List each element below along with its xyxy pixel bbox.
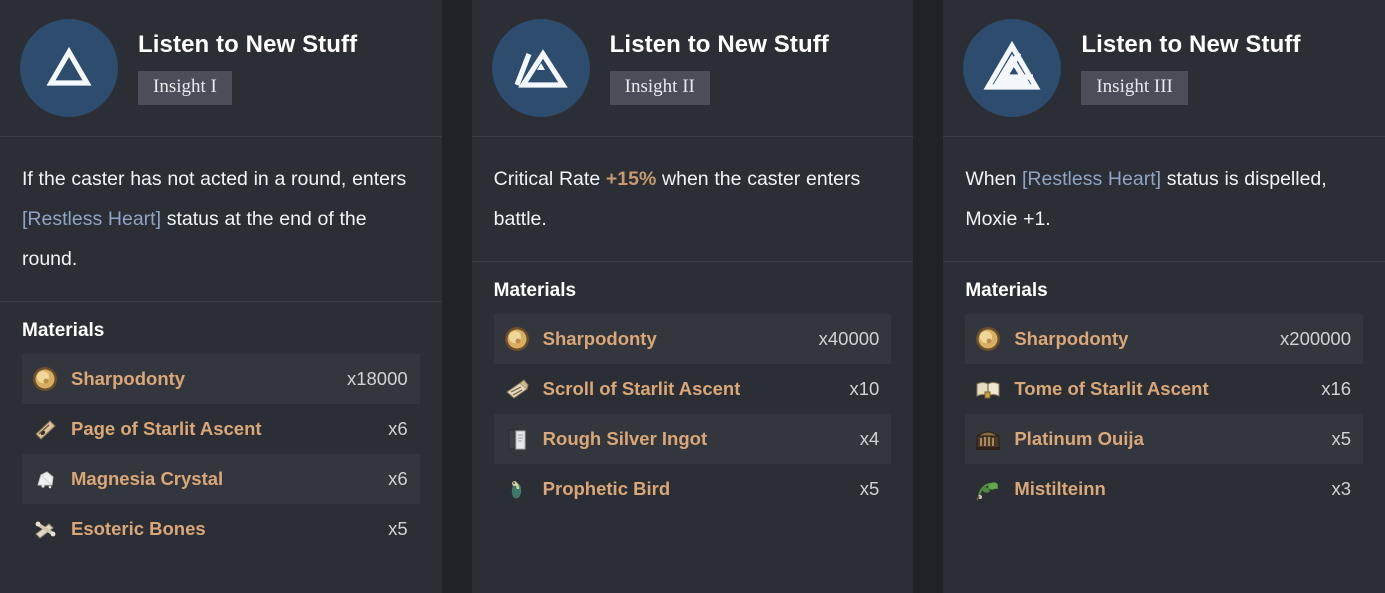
tome-icon (973, 374, 1003, 404)
skill-title: Listen to New Stuff (1081, 31, 1301, 59)
white-crystal-icon (30, 464, 60, 494)
material-name: Mistilteinn (1014, 478, 1106, 499)
material-name: Magnesia Crystal (71, 468, 224, 489)
page-scroll-icon (30, 414, 60, 444)
panel-header: Listen to New Stuff Insight II (471, 0, 914, 137)
materials-section: Materials Sharpodonty x200000 Tome of Starl… (943, 262, 1385, 593)
insight-level-badge[interactable]: Insight II (609, 71, 710, 105)
skill-description-text: Critical Rate +15% when the caster enter… (494, 159, 892, 239)
insight-level-badge[interactable]: Insight III (1081, 71, 1188, 105)
insight-level-badge[interactable]: Insight I (138, 71, 232, 105)
material-row[interactable]: Sharpodonty x40000 (493, 314, 892, 364)
materials-heading: Materials (965, 280, 1048, 301)
description-text-run: If the caster has not acted in a round, … (22, 168, 407, 190)
material-quantity: x4 (859, 428, 880, 449)
skill-title: Listen to New Stuff (138, 31, 358, 59)
material-quantity: x16 (1321, 378, 1352, 399)
material-quantity: x6 (388, 418, 408, 439)
bird-icon (502, 474, 532, 504)
panel-header: Listen to New Stuff Insight III (943, 0, 1385, 137)
skill-description-section: If the caster has not acted in a round, … (0, 137, 442, 302)
header-text-block: Listen to New Stuff Insight I (138, 31, 357, 105)
materials-heading: Materials (493, 280, 577, 301)
material-row[interactable]: Scroll of Starlit Ascent x10 (494, 364, 892, 414)
material-quantity: x5 (388, 518, 408, 539)
skill-description-section: Critical Rate +15% when the caster enter… (471, 137, 914, 262)
material-row[interactable]: Rough Silver Ingot x4 (493, 414, 892, 464)
buff-value-text: +15% (605, 168, 657, 190)
insight-panel-1: Listen to New Stuff Insight I If the caste… (0, 0, 442, 593)
status-effect-tag: [Restless Heart] (1022, 168, 1162, 190)
scroll-icon (502, 374, 532, 404)
skill-description-section: When [Restless Heart] status is dispelle… (943, 137, 1385, 262)
material-quantity: x10 (849, 378, 880, 399)
material-name: Sharpodonty (542, 328, 657, 349)
skill-description-text: When [Restless Heart] status is dispelle… (965, 159, 1363, 239)
insight-panel-3: Listen to New Stuff Insight III When [Rest… (943, 0, 1385, 593)
mistletoe-icon (973, 474, 1003, 504)
ouija-icon (973, 424, 1003, 454)
description-text-run: When (965, 168, 1023, 190)
gold-coin-icon (30, 364, 60, 394)
insight-panel-2: Listen to New Stuff Insight II Critical Ra… (471, 0, 914, 593)
materials-section: Materials Sharpodonty x18000 Page of Starli… (0, 302, 442, 593)
description-text-run: Critical Rate (493, 168, 606, 190)
material-row[interactable]: Magnesia Crystal x6 (22, 454, 420, 504)
two-triangle-icon (491, 19, 590, 117)
material-row[interactable]: Esoteric Bones x5 (22, 504, 420, 554)
silver-ingot-icon (502, 424, 532, 454)
material-name: Sharpodonty (71, 368, 186, 389)
material-name: Esoteric Bones (71, 518, 206, 539)
material-name: Tome of Starlit Ascent (1014, 378, 1209, 399)
material-quantity: x40000 (818, 328, 880, 349)
skill-title: Listen to New Stuff (609, 31, 829, 59)
header-text-block: Listen to New Stuff Insight II (609, 31, 829, 105)
one-triangle-icon (20, 19, 118, 117)
insight-panels-board: Listen to New Stuff Insight I If the caste… (0, 0, 1385, 593)
skill-description-text: If the caster has not acted in a round, … (22, 159, 420, 279)
material-row[interactable]: Platinum Ouija x5 (965, 414, 1364, 464)
material-name: Prophetic Bird (542, 478, 671, 499)
material-row[interactable]: Sharpodonty x200000 (965, 314, 1364, 364)
material-quantity: x3 (1331, 478, 1352, 499)
status-effect-tag: [Restless Heart] (22, 208, 162, 230)
material-row[interactable]: Tome of Starlit Ascent x16 (965, 364, 1363, 414)
materials-section: Materials Sharpodonty x40000 Scroll of Star… (472, 262, 914, 593)
bones-icon (30, 514, 60, 544)
material-quantity: x5 (859, 478, 880, 499)
material-name: Page of Starlit Ascent (71, 418, 262, 439)
material-quantity: x6 (388, 468, 408, 489)
material-name: Sharpodonty (1014, 328, 1129, 349)
material-row[interactable]: Mistilteinn x3 (965, 464, 1363, 514)
panel-header: Listen to New Stuff Insight I (0, 0, 442, 137)
materials-heading: Materials (22, 320, 105, 341)
gold-coin-icon (502, 324, 532, 354)
material-row[interactable]: Prophetic Bird x5 (494, 464, 892, 514)
material-quantity: x5 (1331, 428, 1352, 449)
material-row[interactable]: Page of Starlit Ascent x6 (22, 404, 420, 454)
three-triangle-icon (963, 19, 1062, 117)
material-name: Rough Silver Ingot (542, 428, 708, 449)
gold-coin-icon (973, 324, 1003, 354)
material-quantity: x18000 (346, 368, 408, 389)
material-name: Platinum Ouija (1014, 428, 1144, 449)
material-quantity: x200000 (1280, 328, 1352, 349)
material-name: Scroll of Starlit Ascent (542, 378, 741, 399)
header-text-block: Listen to New Stuff Insight III (1081, 31, 1300, 105)
material-row[interactable]: Sharpodonty x18000 (22, 354, 420, 404)
